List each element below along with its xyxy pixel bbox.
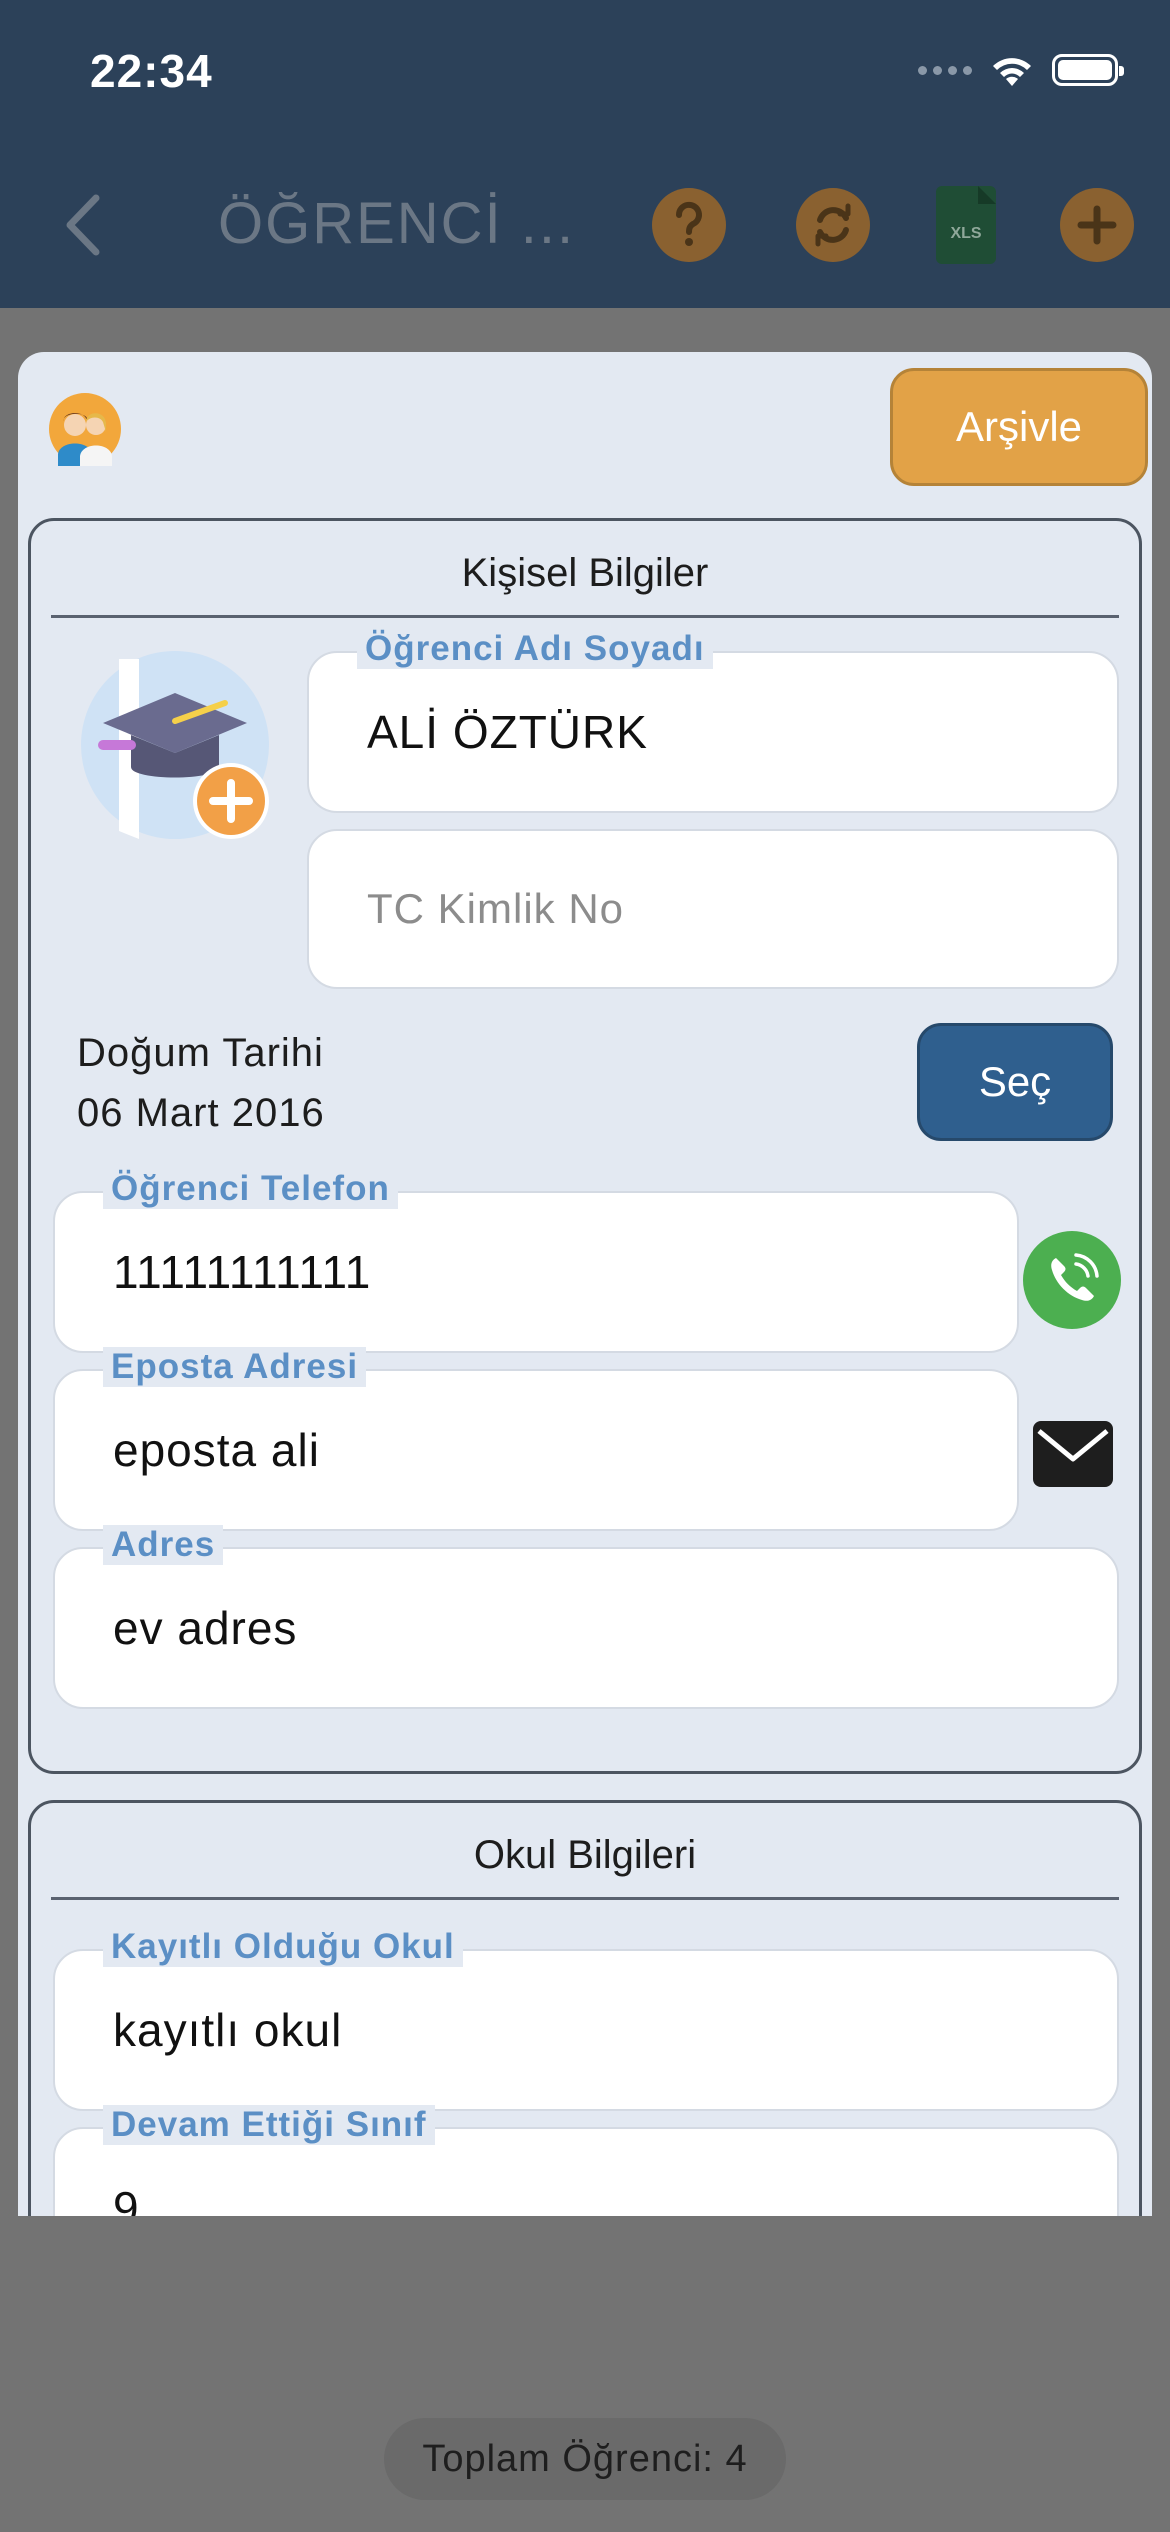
student-phone-field[interactable]: Öğrenci Telefon 11111111111 (53, 1169, 1019, 1353)
birth-date-value: 06 Mart 2016 (77, 1091, 325, 1135)
divider (51, 1897, 1119, 1900)
birth-date-display: Doğum Tarihi 06 Mart 2016 (77, 1023, 325, 1143)
cellular-signal-icon (918, 65, 972, 75)
section-title-personal: Kişisel Bilgiler (461, 551, 709, 595)
xls-file-icon: XLS (950, 186, 996, 242)
student-phone-value: 11111111111 (113, 1246, 372, 1298)
page-title: ÖĞRENCİ ... (218, 191, 576, 256)
student-photo-add-button[interactable] (79, 649, 275, 845)
school-field[interactable]: Kayıtlı Olduğu Okul kayıtlı okul (53, 1927, 1119, 2111)
student-detail-card: Arşivle Kişisel Bilgiler Öğrenci Adı Soy… (18, 352, 1152, 2216)
address-value: ev adres (113, 1602, 298, 1654)
students-avatar-icon (49, 393, 121, 466)
total-students-badge: Toplam Öğrenci: 4 (384, 2418, 786, 2500)
school-info-section: Okul Bilgileri Kayıtlı Olduğu Okul kayıt… (28, 1800, 1142, 2216)
chevron-left-icon (66, 194, 100, 256)
refresh-icon (815, 203, 851, 247)
section-title-school: Okul Bilgileri (473, 1833, 697, 1877)
back-button[interactable] (56, 190, 116, 260)
refresh-button[interactable] (796, 188, 870, 262)
add-student-button[interactable] (1060, 188, 1134, 262)
question-icon (675, 201, 702, 246)
class-value: 9 (113, 2182, 140, 2216)
xls-label: XLS (950, 225, 981, 242)
mail-icon[interactable] (1033, 1421, 1113, 1487)
status-time: 22:34 (90, 45, 213, 97)
birth-date-label: Doğum Tarihi (77, 1031, 324, 1075)
call-button[interactable] (1023, 1231, 1121, 1329)
address-field[interactable]: Adres ev adres (53, 1525, 1119, 1709)
email-field[interactable]: Eposta Adresi eposta ali (53, 1347, 1019, 1531)
plus-icon (1077, 205, 1117, 245)
battery-icon (1052, 54, 1124, 86)
app-header: 22:34 ÖĞRENCİ ... XLS (0, 0, 1170, 308)
status-icons (918, 52, 1124, 88)
personal-info-section: Kişisel Bilgiler Öğrenci Adı Soyadı ALİ … (28, 518, 1142, 1774)
export-xls-button[interactable]: XLS (936, 186, 996, 264)
wifi-icon (993, 58, 1031, 86)
archive-button[interactable]: Arşivle (890, 368, 1148, 486)
class-label: Devam Ettiği Sınıf (103, 2105, 435, 2145)
school-value: kayıtlı okul (113, 2004, 343, 2056)
student-name-value: ALİ ÖZTÜRK (367, 706, 648, 758)
tc-id-field[interactable]: TC Kimlik No (307, 829, 1119, 989)
help-button[interactable] (652, 188, 726, 262)
student-name-field[interactable]: Öğrenci Adı Soyadı ALİ ÖZTÜRK (307, 629, 1119, 813)
class-field[interactable]: Devam Ettiği Sınıf 9 (53, 2105, 1119, 2216)
select-birth-date-button[interactable]: Seç (917, 1023, 1113, 1141)
divider (51, 615, 1119, 618)
tc-id-placeholder: TC Kimlik No (367, 885, 625, 932)
phone-icon (1051, 1253, 1099, 1301)
email-value: eposta ali (113, 1424, 320, 1476)
